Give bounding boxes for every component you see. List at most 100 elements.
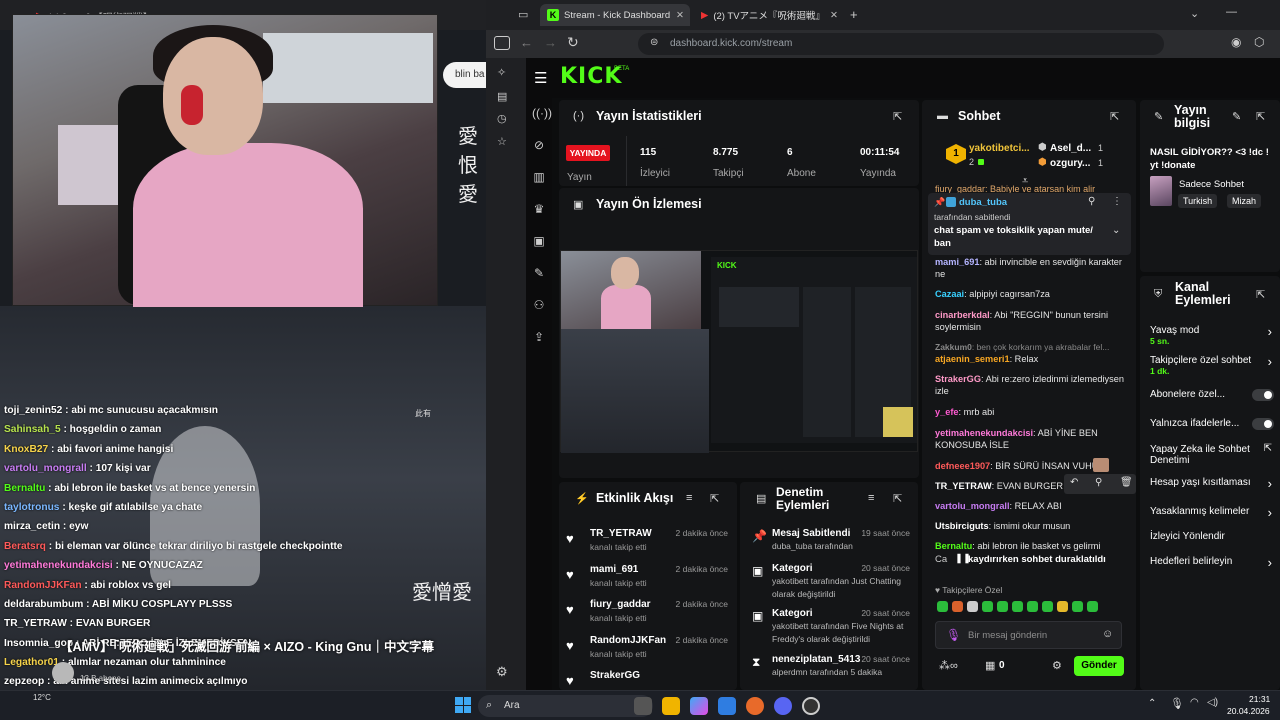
nav-users-icon[interactable]: ⚇: [532, 298, 546, 312]
chat-message[interactable]: yetimahenekundakcisi: ABİ YİNE BEN KONOS…: [935, 427, 1125, 451]
popout-icon[interactable]: ⇱: [710, 492, 719, 505]
volume-icon[interactable]: ◁): [1207, 697, 1218, 708]
task-view-icon[interactable]: [634, 697, 652, 715]
rail-ai-icon[interactable]: ✧: [497, 66, 506, 79]
preview-video[interactable]: KICK: [560, 250, 918, 453]
nav-stream-icon[interactable]: ((·)): [532, 106, 552, 120]
chat-username[interactable]: Zakkum0: [935, 342, 972, 352]
activity-event[interactable]: ♥ TR_YETRAW kanalı takip etti 2 dakika önce: [566, 528, 728, 552]
emote[interactable]: [997, 601, 1008, 612]
channel-action[interactable]: Takipçilere özel sohbet 1 dk. ›: [1150, 354, 1274, 376]
sidebar-toggle-icon[interactable]: [494, 36, 510, 50]
activity-event[interactable]: ♥ fiury_gaddar kanalı takip etti 2 dakika ö…: [566, 599, 728, 623]
new-tab-icon[interactable]: +: [850, 7, 858, 22]
chat-username[interactable]: TR_YETRAW: [935, 481, 992, 491]
back-icon[interactable]: ←: [520, 35, 533, 50]
extensions-icon[interactable]: ⬡: [1254, 35, 1264, 49]
toggle-switch[interactable]: [1252, 418, 1274, 430]
edit-icon[interactable]: ✎: [1232, 110, 1241, 123]
emoji-icon[interactable]: ☺: [1102, 628, 1113, 640]
chat-paused-banner[interactable]: Ca ❚❚ kaydırırken sohbet duraklatıldı: [935, 553, 1125, 569]
activity-event[interactable]: ♥ mami_691 kanalı takip etti 2 dakika önce: [566, 564, 728, 588]
chat-message[interactable]: cinarberkdal: Abi "REGGIN" bunun tersini…: [935, 309, 1125, 333]
search-pill[interactable]: blin ba: [443, 62, 486, 88]
nav-tools-icon[interactable]: ✎: [532, 266, 546, 280]
delete-icon[interactable]: 🗑: [1120, 477, 1133, 488]
channel-action[interactable]: Yavaş mod 5 sn. ›: [1150, 324, 1274, 346]
wallet-icon[interactable]: ▦: [985, 659, 995, 672]
nav-analytics-icon[interactable]: ▥: [532, 170, 546, 184]
tag-chip[interactable]: Mizah: [1227, 194, 1262, 208]
emote[interactable]: [1012, 601, 1023, 612]
tag-chip[interactable]: Turkish: [1178, 194, 1218, 208]
popout-icon[interactable]: ⇱: [893, 492, 902, 505]
emote[interactable]: [1057, 601, 1068, 612]
mic-icon[interactable]: 🎙: [946, 628, 961, 642]
chat-username[interactable]: Cazaai: [935, 289, 964, 299]
tab-kick-dashboard[interactable]: K Stream - Kick Dashboard ✕: [540, 4, 690, 26]
rail-settings-icon[interactable]: ⚙: [496, 664, 508, 680]
chat-message[interactable]: Utsbirciguts: ismimi okur musun: [935, 520, 1125, 532]
clock-time[interactable]: 21:31: [1249, 694, 1270, 704]
moderation-item[interactable]: ⧗ neneziplatan_5413 alperdmn tarafından 5 …: [752, 654, 910, 680]
obs-icon[interactable]: [802, 697, 820, 715]
weather-temp[interactable]: 12°C: [33, 693, 51, 702]
chat-message[interactable]: Cazaai: alpipiyi cagırsan7za: [935, 288, 1125, 300]
chat-username[interactable]: Bernaltu: [935, 541, 972, 551]
nav-link-icon[interactable]: ⊘: [532, 138, 546, 152]
chat-message[interactable]: atjaenin_semeri1: Relax: [935, 353, 1125, 365]
chat-username[interactable]: StrakerGG: [935, 374, 981, 384]
popout-icon[interactable]: ⇱: [893, 110, 902, 123]
file-explorer-icon[interactable]: [662, 697, 680, 715]
chat-message[interactable]: y_efe: mrb abi: [935, 406, 1125, 418]
toggle-switch[interactable]: [1252, 389, 1274, 401]
send-button[interactable]: Gönder: [1074, 656, 1124, 676]
popout-icon[interactable]: ⇱: [1110, 110, 1119, 123]
chat-username[interactable]: cinarberkdal: [935, 310, 990, 320]
discord-icon[interactable]: [774, 697, 792, 715]
chat-settings-icon[interactable]: ⚙: [1052, 659, 1062, 672]
moderation-item[interactable]: ▣ Kategori yakotibett tarafından Five Nigh…: [752, 608, 910, 645]
emote[interactable]: [1042, 601, 1053, 612]
channel-action[interactable]: Abonelere özel...: [1150, 389, 1274, 401]
channel-action[interactable]: Hesap yaşı kısıtlaması ›: [1150, 476, 1274, 491]
menu-icon[interactable]: ☰: [534, 69, 547, 87]
emote[interactable]: [967, 601, 978, 612]
channel-action[interactable]: Hedefleri belirleyin ›: [1150, 555, 1274, 570]
emote[interactable]: [952, 601, 963, 612]
minimize-icon[interactable]: —: [1226, 6, 1237, 18]
popout-icon[interactable]: ⇱: [1256, 110, 1265, 123]
channel-action[interactable]: Yapay Zeka ile Sohbet Denetimi ⇱: [1150, 443, 1274, 466]
site-info-icon[interactable]: ⊜: [650, 37, 658, 48]
top-gifter-1[interactable]: yakotibetci...: [969, 143, 1030, 154]
pinned-user[interactable]: duba_tuba: [959, 197, 1007, 208]
close-tab-icon[interactable]: ✕: [830, 10, 838, 21]
close-tab-icon[interactable]: ✕: [676, 10, 684, 21]
rail-history-icon[interactable]: ◷: [497, 112, 507, 125]
rail-collections-icon[interactable]: ▤: [497, 90, 507, 103]
top-gifter-3[interactable]: ozgury...: [1050, 158, 1090, 169]
activity-event[interactable]: ♥ StrakerGG: [566, 670, 728, 688]
profile-icon[interactable]: ◉: [1231, 35, 1241, 49]
forward-icon[interactable]: →: [544, 35, 557, 50]
tray-chevron-icon[interactable]: ⌃: [1148, 698, 1156, 709]
clock-date[interactable]: 20.04.2026: [1227, 706, 1270, 716]
chat-username[interactable]: yetimahenekundakcisi: [935, 428, 1033, 438]
rail-favorites-icon[interactable]: ☆: [497, 135, 507, 148]
chat-message[interactable]: Bernaltu: abi lebron ile basket vs gelir…: [935, 540, 1125, 552]
channel-action[interactable]: Yasaklanmış kelimeler ›: [1150, 505, 1274, 520]
chat-username[interactable]: atjaenin_semeri1: [935, 354, 1010, 364]
emote[interactable]: [1072, 601, 1083, 612]
moderation-item[interactable]: ▣ Kategori yakotibett tarafından Just Chat…: [752, 563, 910, 600]
reply-icon[interactable]: ↶: [1070, 477, 1078, 488]
chat-username[interactable]: mami_691: [935, 257, 979, 267]
emote[interactable]: [1087, 601, 1098, 612]
tab-youtube[interactable]: ▶ (2) TVアニメ『呪術廻戦』第2期 ✕: [694, 4, 844, 26]
url-field[interactable]: ⊜ dashboard.kick.com/stream: [638, 33, 1164, 55]
emote[interactable]: [1027, 601, 1038, 612]
chat-message[interactable]: StrakerGG: Abi re:zero izledinmi izlemed…: [935, 373, 1125, 397]
copilot-icon[interactable]: [690, 697, 708, 715]
chat-username[interactable]: y_efe: [935, 407, 959, 417]
chat-message[interactable]: vartolu_mongrall: RELAX ABI: [935, 500, 1125, 512]
reload-icon[interactable]: ↻: [567, 34, 579, 51]
